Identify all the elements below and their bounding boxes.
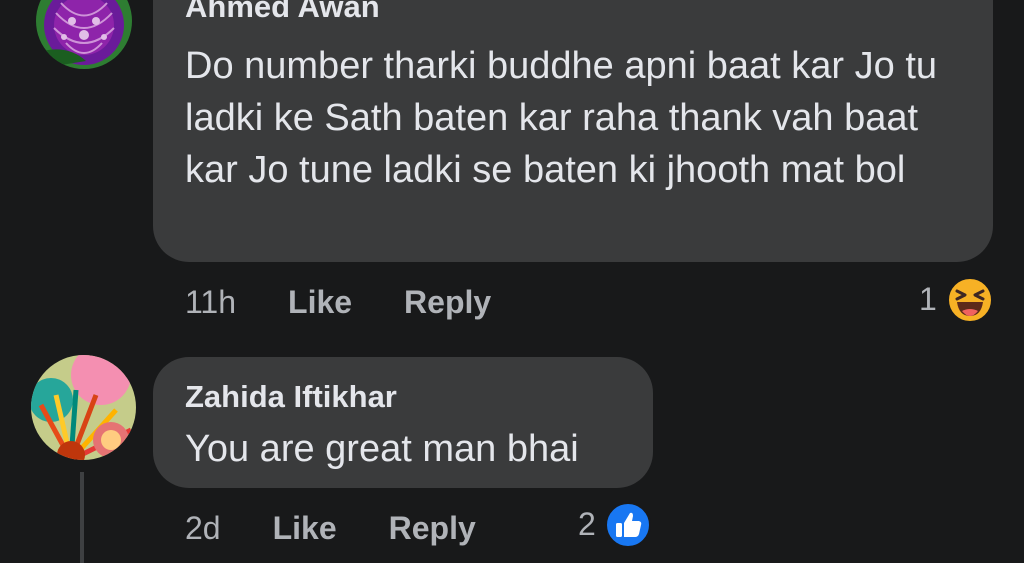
haha-emoji-icon[interactable] (946, 276, 994, 324)
comment-text: You are great man bhai (185, 428, 579, 470)
like-thumb-icon[interactable] (604, 501, 652, 549)
avatar[interactable] (36, 0, 132, 69)
comment-bubble: Ahmed Awan Do number tharki buddhe apni … (153, 0, 993, 262)
like-button[interactable]: Like (273, 510, 337, 547)
comment-actions: 2d Like Reply (185, 506, 476, 550)
reply-thread-line (80, 472, 84, 563)
comments-thread: Ahmed Awan Do number tharki buddhe apni … (0, 0, 1024, 563)
reaction-count[interactable]: 2 (578, 506, 596, 543)
comment-timestamp[interactable]: 11h (185, 284, 236, 321)
comment-author[interactable]: Ahmed Awan (185, 0, 380, 26)
comment-bubble: Zahida Iftikhar You are great man bhai (153, 357, 653, 488)
avatar[interactable] (31, 355, 136, 460)
comment-actions: 11h Like Reply (185, 280, 491, 324)
reply-button[interactable]: Reply (404, 284, 491, 321)
like-button[interactable]: Like (288, 284, 352, 321)
comment-text: Do number tharki buddhe apni baat kar Jo… (185, 45, 938, 191)
comment-author[interactable]: Zahida Iftikhar (185, 378, 397, 416)
comment-timestamp[interactable]: 2d (185, 510, 221, 547)
reaction-count[interactable]: 1 (919, 281, 937, 318)
reply-button[interactable]: Reply (389, 510, 476, 547)
